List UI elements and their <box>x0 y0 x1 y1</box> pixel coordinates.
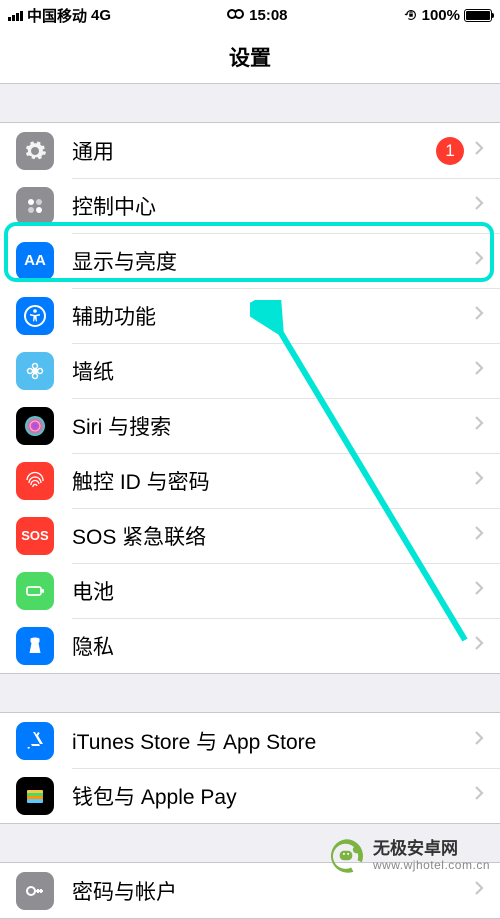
row-sos[interactable]: SOS SOS 紧急联络 <box>0 508 500 563</box>
status-bar: 中国移动 4G 15:08 100% <box>0 0 500 30</box>
row-label: 钱包与 Apple Pay <box>72 781 474 811</box>
privacy-icon <box>16 627 54 665</box>
accessibility-icon <box>16 297 54 335</box>
wallet-icon <box>16 777 54 815</box>
battery-pct-label: 100% <box>422 7 460 24</box>
battery-setting-icon <box>16 572 54 610</box>
row-label: 辅助功能 <box>72 301 474 331</box>
nav-bar: 设置 <box>0 30 500 84</box>
row-battery[interactable]: 电池 <box>0 563 500 618</box>
row-label: 墙纸 <box>72 356 474 386</box>
hotspot-icon <box>227 9 245 21</box>
settings-group-2: iTunes Store 与 App Store 钱包与 Apple Pay <box>0 712 500 824</box>
row-privacy[interactable]: 隐私 <box>0 618 500 673</box>
status-right: 100% <box>404 7 492 24</box>
watermark: 无极安卓网 www.wjhotel.com.cn <box>325 835 490 877</box>
row-label: 控制中心 <box>72 191 474 221</box>
group-spacer <box>0 84 500 122</box>
signal-icon <box>8 9 23 21</box>
chevron-right-icon <box>474 140 484 161</box>
chevron-right-icon <box>474 785 484 806</box>
chevron-right-icon <box>474 305 484 326</box>
chevron-right-icon <box>474 880 484 901</box>
row-label: 触控 ID 与密码 <box>72 466 474 496</box>
chevron-right-icon <box>474 635 484 656</box>
row-label: 显示与亮度 <box>72 246 474 276</box>
control-center-icon <box>16 187 54 225</box>
network-label: 4G <box>91 7 111 24</box>
row-accessibility[interactable]: 辅助功能 <box>0 288 500 343</box>
chevron-right-icon <box>474 730 484 751</box>
chevron-right-icon <box>474 250 484 271</box>
page-title: 设置 <box>229 42 271 72</box>
sos-icon: SOS <box>16 517 54 555</box>
carrier-label: 中国移动 <box>27 5 87 26</box>
siri-icon <box>16 407 54 445</box>
chevron-right-icon <box>474 415 484 436</box>
group-spacer <box>0 674 500 712</box>
touchid-icon <box>16 462 54 500</box>
row-siri-search[interactable]: Siri 与搜索 <box>0 398 500 453</box>
row-touchid-passcode[interactable]: 触控 ID 与密码 <box>0 453 500 508</box>
watermark-title: 无极安卓网 <box>373 840 490 859</box>
row-control-center[interactable]: 控制中心 <box>0 178 500 233</box>
row-itunes-appstore[interactable]: iTunes Store 与 App Store <box>0 713 500 768</box>
row-label: Siri 与搜索 <box>72 411 474 441</box>
battery-icon <box>464 9 492 22</box>
watermark-url: www.wjhotel.com.cn <box>373 859 490 872</box>
row-wallet-applepay[interactable]: 钱包与 Apple Pay <box>0 768 500 823</box>
chevron-right-icon <box>474 360 484 381</box>
row-label: 电池 <box>72 576 474 606</box>
chevron-right-icon <box>474 525 484 546</box>
row-label: SOS 紧急联络 <box>72 521 474 551</box>
row-label: 密码与帐户 <box>72 876 474 906</box>
row-label: 隐私 <box>72 631 474 661</box>
settings-group-1: 通用 1 控制中心 AA 显示与亮度 辅助功能 墙纸 Siri 与搜索 触控 I… <box>0 122 500 674</box>
display-icon: AA <box>16 242 54 280</box>
row-label: 通用 <box>72 136 436 166</box>
row-label: iTunes Store 与 App Store <box>72 726 474 756</box>
chevron-right-icon <box>474 195 484 216</box>
passwords-icon <box>16 872 54 910</box>
row-display-brightness[interactable]: AA 显示与亮度 <box>0 233 500 288</box>
status-center: 15:08 <box>227 7 287 24</box>
chevron-right-icon <box>474 580 484 601</box>
orientation-lock-icon <box>404 8 418 22</box>
wallpaper-icon <box>16 352 54 390</box>
status-left: 中国移动 4G <box>8 5 111 26</box>
appstore-icon <box>16 722 54 760</box>
notification-badge: 1 <box>436 137 464 165</box>
general-icon <box>16 132 54 170</box>
watermark-logo-icon <box>325 835 367 877</box>
time-label: 15:08 <box>249 7 287 24</box>
row-general[interactable]: 通用 1 <box>0 123 500 178</box>
row-wallpaper[interactable]: 墙纸 <box>0 343 500 398</box>
chevron-right-icon <box>474 470 484 491</box>
